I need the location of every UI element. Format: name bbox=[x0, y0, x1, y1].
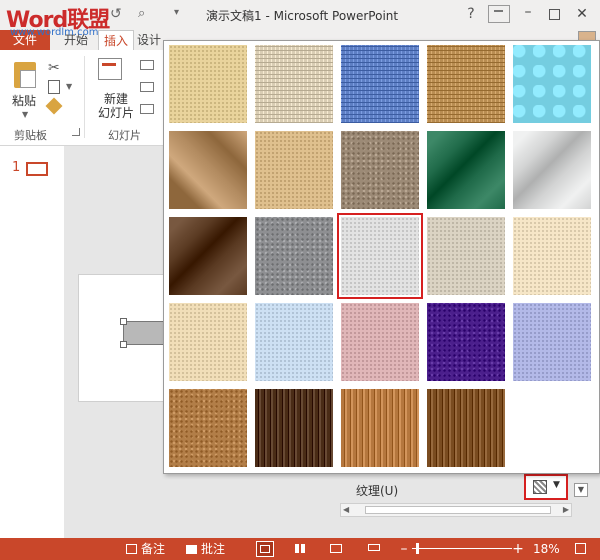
comments-button[interactable]: 批注 bbox=[186, 540, 225, 558]
texture-picker-button[interactable]: ▼ bbox=[524, 474, 568, 500]
normal-view-button[interactable] bbox=[256, 541, 274, 557]
texture-bouquet[interactable] bbox=[513, 303, 591, 381]
customize-quick-access-icon[interactable]: ▾ bbox=[174, 7, 179, 18]
scroll-right-icon[interactable]: ▶ bbox=[563, 504, 569, 516]
comments-label: 批注 bbox=[201, 542, 226, 556]
texture-parchment[interactable] bbox=[513, 217, 591, 295]
layout-icon[interactable] bbox=[140, 60, 154, 70]
reading-view-button[interactable] bbox=[328, 541, 346, 557]
texture-gallery bbox=[163, 40, 600, 474]
texture-blue-tissue-paper[interactable] bbox=[255, 303, 333, 381]
slide-thumbnail[interactable] bbox=[26, 162, 48, 176]
chevron-down-icon: ▼ bbox=[553, 480, 560, 490]
format-painter-icon[interactable] bbox=[45, 97, 63, 115]
start-slideshow-icon[interactable]: ⌕ bbox=[138, 6, 145, 21]
texture-fish-fossil[interactable] bbox=[255, 131, 333, 209]
new-slide-button[interactable]: 新建 幻灯片 bbox=[88, 56, 134, 122]
comment-icon bbox=[186, 545, 197, 554]
zoom-slider[interactable] bbox=[412, 543, 512, 554]
horizontal-scrollbar[interactable]: ◀ ▶ bbox=[340, 503, 572, 517]
zoom-slider-thumb[interactable] bbox=[416, 543, 419, 554]
texture-stationery[interactable] bbox=[169, 303, 247, 381]
undo-icon[interactable]: ↺ bbox=[110, 6, 122, 22]
texture-white-marble[interactable] bbox=[513, 131, 591, 209]
section-icon[interactable] bbox=[140, 104, 154, 114]
chevron-down-icon[interactable]: ▼ bbox=[66, 82, 72, 91]
notes-label: 备注 bbox=[141, 542, 166, 556]
scroll-left-icon[interactable]: ◀ bbox=[343, 504, 349, 516]
zoom-in-button[interactable]: + bbox=[512, 540, 524, 558]
new-slide-label-line2: 幻灯片 bbox=[97, 106, 134, 120]
slide-thumbnail-pane: 1 bbox=[0, 146, 64, 538]
resize-handle[interactable] bbox=[120, 318, 127, 325]
restore-button[interactable] bbox=[544, 5, 564, 23]
texture-canvas[interactable] bbox=[255, 45, 333, 123]
new-slide-icon bbox=[98, 58, 122, 80]
texture-papyrus[interactable] bbox=[169, 45, 247, 123]
window-title: 演示文稿1 - Microsoft PowerPoint bbox=[206, 9, 399, 23]
texture-recycled-paper[interactable] bbox=[427, 217, 505, 295]
texture-purple-mesh[interactable] bbox=[427, 303, 505, 381]
notes-icon bbox=[126, 544, 137, 554]
new-slide-label-line1: 新建 bbox=[103, 92, 128, 106]
cut-icon[interactable]: ✂ bbox=[48, 60, 60, 76]
help-button[interactable]: ? bbox=[462, 5, 480, 23]
close-button[interactable]: ✕ bbox=[572, 5, 592, 23]
group-label-slides: 幻灯片 bbox=[108, 129, 141, 142]
group-divider bbox=[84, 56, 85, 138]
texture-water-droplets[interactable] bbox=[513, 45, 591, 123]
scrollbar-thumb[interactable] bbox=[365, 506, 551, 514]
dialog-launcher-icon[interactable] bbox=[72, 128, 80, 136]
texture-brown-marble[interactable] bbox=[169, 217, 247, 295]
paste-label: 粘贴 bbox=[12, 94, 37, 108]
new-slide-label: 新建 幻灯片 bbox=[92, 92, 140, 120]
group-label-clipboard: 剪贴板 bbox=[14, 129, 47, 142]
minimize-button[interactable]: – bbox=[518, 5, 538, 23]
powerpoint-window: ↺ ⌕ ▾ 演示文稿1 - Microsoft PowerPoint ? – ✕… bbox=[0, 0, 600, 560]
watermark-url: www.wordlm.com bbox=[10, 27, 99, 38]
texture-granite[interactable] bbox=[255, 217, 333, 295]
texture-green-marble[interactable] bbox=[427, 131, 505, 209]
texture-oak[interactable] bbox=[341, 389, 419, 467]
tab-design[interactable]: 设计 bbox=[134, 30, 164, 50]
zoom-out-button[interactable]: – bbox=[398, 540, 410, 558]
texture-medium-wood[interactable] bbox=[427, 389, 505, 467]
slide-sorter-view-button[interactable] bbox=[292, 541, 310, 557]
pane-scroll-down-button[interactable]: ▼ bbox=[574, 483, 588, 497]
texture-cork[interactable] bbox=[169, 389, 247, 467]
reset-icon[interactable] bbox=[140, 82, 154, 92]
texture-denim[interactable] bbox=[341, 45, 419, 123]
slideshow-view-button[interactable] bbox=[366, 541, 384, 557]
selected-shape[interactable] bbox=[120, 318, 165, 348]
clipboard-icon bbox=[14, 62, 36, 88]
texture-newsprint[interactable] bbox=[337, 213, 423, 299]
fit-slide-button[interactable] bbox=[572, 541, 590, 557]
texture-paper-bag[interactable] bbox=[169, 131, 247, 209]
texture-walnut[interactable] bbox=[255, 389, 333, 467]
texture-label: 纹理(U) bbox=[356, 484, 399, 498]
paste-button[interactable]: 粘贴 ▼ bbox=[8, 58, 42, 122]
ribbon-display-options-button[interactable] bbox=[488, 5, 510, 23]
status-bar: 备注 批注 – + 18% bbox=[0, 538, 600, 560]
texture-pink-tissue-paper[interactable] bbox=[341, 303, 419, 381]
slide-number: 1 bbox=[12, 160, 21, 175]
texture-woven-mat[interactable] bbox=[427, 45, 505, 123]
resize-handle[interactable] bbox=[120, 341, 127, 348]
texture-swatch-icon bbox=[533, 480, 547, 494]
chevron-down-icon: ▼ bbox=[22, 110, 29, 119]
zoom-level[interactable]: 18% bbox=[533, 540, 560, 558]
notes-button[interactable]: 备注 bbox=[126, 540, 165, 558]
copy-icon[interactable] bbox=[48, 80, 60, 94]
texture-sand[interactable] bbox=[341, 131, 419, 209]
